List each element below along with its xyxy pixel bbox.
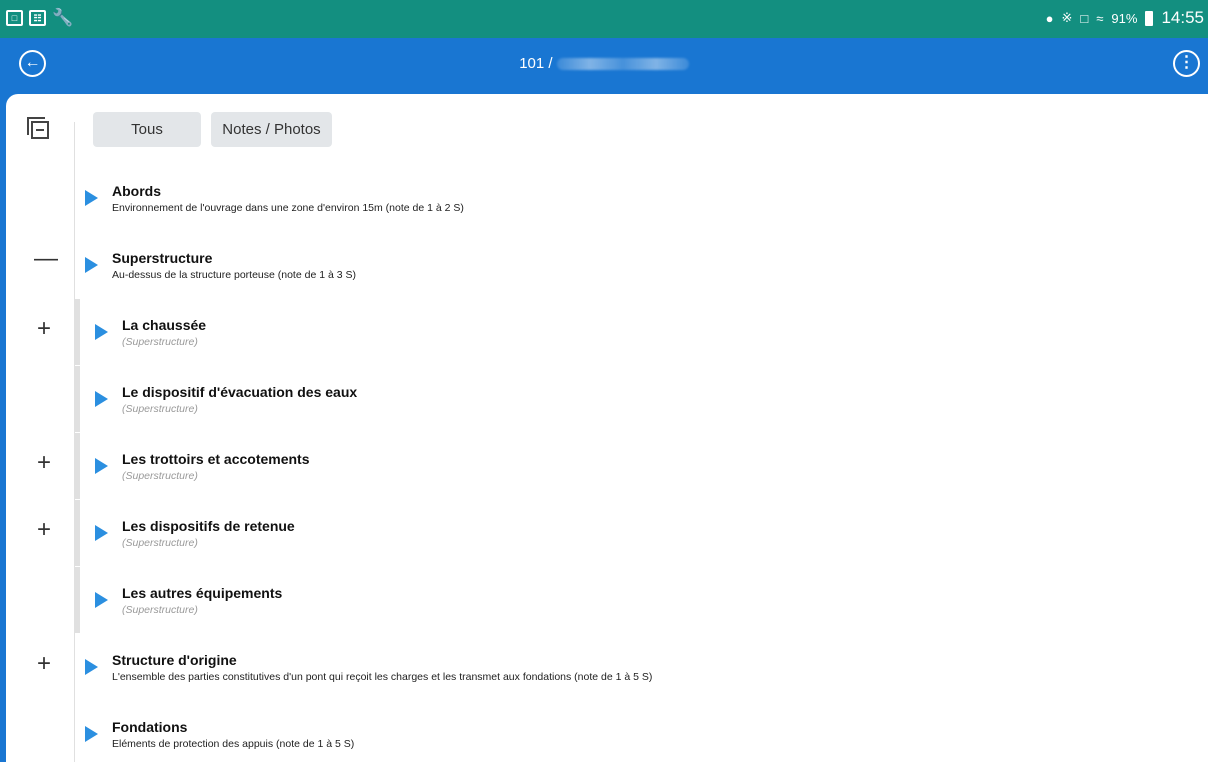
section-row[interactable]: + Les dispositifs de retenue (Superstructu… [6, 500, 1208, 566]
section-subtitle: (Superstructure) [122, 403, 198, 415]
section-title: Structure d'origine [112, 652, 237, 668]
section-row[interactable]: — Superstructure Au-dessus de la structure… [6, 232, 1208, 298]
app-bar: ← 101 / ⋮ [0, 38, 1208, 94]
play-arrow-icon[interactable] [95, 592, 108, 608]
more-vert-icon: ⋮ [1178, 54, 1195, 71]
play-arrow-icon[interactable] [95, 391, 108, 407]
overflow-menu-button[interactable]: ⋮ [1173, 50, 1200, 77]
section-title: Superstructure [112, 250, 213, 266]
expand-icon[interactable]: + [34, 449, 54, 477]
section-subtitle: (Superstructure) [122, 470, 198, 482]
location-icon: ● [1045, 10, 1054, 26]
wifi-icon: ≈ [1096, 10, 1104, 26]
section-subtitle: Eléments de protection des appuis (note … [112, 738, 355, 750]
child-indent-bar [75, 433, 80, 499]
filter-notes-photos-button[interactable]: Notes / Photos [211, 112, 332, 147]
section-row[interactable]: + Les trottoirs et accotements (Superstruc… [6, 433, 1208, 499]
section-row[interactable]: + Structure d'origine L'ensemble des parti… [6, 634, 1208, 700]
section-subtitle: L'ensemble des parties constitutives d'u… [112, 671, 653, 683]
play-arrow-icon[interactable] [95, 324, 108, 340]
section-title: Fondations [112, 719, 188, 735]
battery-percent: 91% [1111, 10, 1138, 26]
section-row[interactable]: Le dispositif d'évacuation des eaux (Supe… [6, 366, 1208, 432]
section-row[interactable]: Abords Environnement de l'ouvrage dans un… [6, 165, 1208, 231]
section-row[interactable]: Fondations Eléments de protection des app… [6, 701, 1208, 762]
section-title: Les dispositifs de retenue [122, 518, 295, 534]
play-arrow-icon[interactable] [95, 458, 108, 474]
battery-icon [1145, 10, 1154, 26]
section-title: La chaussée [122, 317, 207, 333]
clock: 14:55 [1161, 8, 1204, 27]
child-indent-bar [75, 366, 80, 432]
collapse-all-icon[interactable] [27, 117, 49, 139]
wrench-icon: 🔧 [52, 8, 74, 27]
collapse-icon[interactable]: — [34, 245, 58, 273]
mute-icon: □ [1080, 10, 1089, 26]
play-arrow-icon[interactable] [85, 659, 98, 675]
notification-icons: □ ☷ 🔧 [6, 8, 74, 27]
status-bar: □ ☷ 🔧 ● ※ □ ≈ 91% 14:55 [0, 0, 1208, 38]
section-subtitle: Environnement de l'ouvrage dans une zone… [112, 202, 464, 214]
section-subtitle: (Superstructure) [122, 604, 198, 616]
card-notification-icon: ☷ [29, 10, 46, 26]
child-indent-bar [75, 567, 80, 633]
system-status: ● ※ □ ≈ 91% 14:55 [1046, 8, 1204, 28]
section-subtitle: Au-dessus de la structure porteuse (note… [112, 269, 356, 281]
section-row[interactable]: Les autres équipements (Superstructure) [6, 567, 1208, 633]
play-arrow-icon[interactable] [85, 726, 98, 742]
expand-icon[interactable]: + [34, 650, 54, 678]
play-arrow-icon[interactable] [85, 190, 98, 206]
filter-all-button[interactable]: Tous [93, 112, 201, 147]
section-row[interactable]: + La chaussée (Superstructure) [6, 299, 1208, 365]
play-arrow-icon[interactable] [85, 257, 98, 273]
section-subtitle: (Superstructure) [122, 537, 198, 549]
redacted-title [556, 58, 689, 71]
section-title: Les autres équipements [122, 585, 283, 601]
bluetooth-icon: ※ [1061, 10, 1073, 25]
page-title: 101 / [0, 55, 1208, 72]
play-arrow-icon[interactable] [95, 525, 108, 541]
section-subtitle: (Superstructure) [122, 336, 198, 348]
section-title: Le dispositif d'évacuation des eaux [122, 384, 358, 400]
section-title: Les trottoirs et accotements [122, 451, 310, 467]
main-content: Tous Notes / Photos Abords Environnement … [6, 94, 1208, 762]
expand-icon[interactable]: + [34, 315, 54, 343]
section-title: Abords [112, 183, 161, 199]
app-notification-icon: □ [6, 10, 23, 26]
child-indent-bar [75, 500, 80, 566]
expand-icon[interactable]: + [34, 516, 54, 544]
child-indent-bar [75, 299, 80, 365]
